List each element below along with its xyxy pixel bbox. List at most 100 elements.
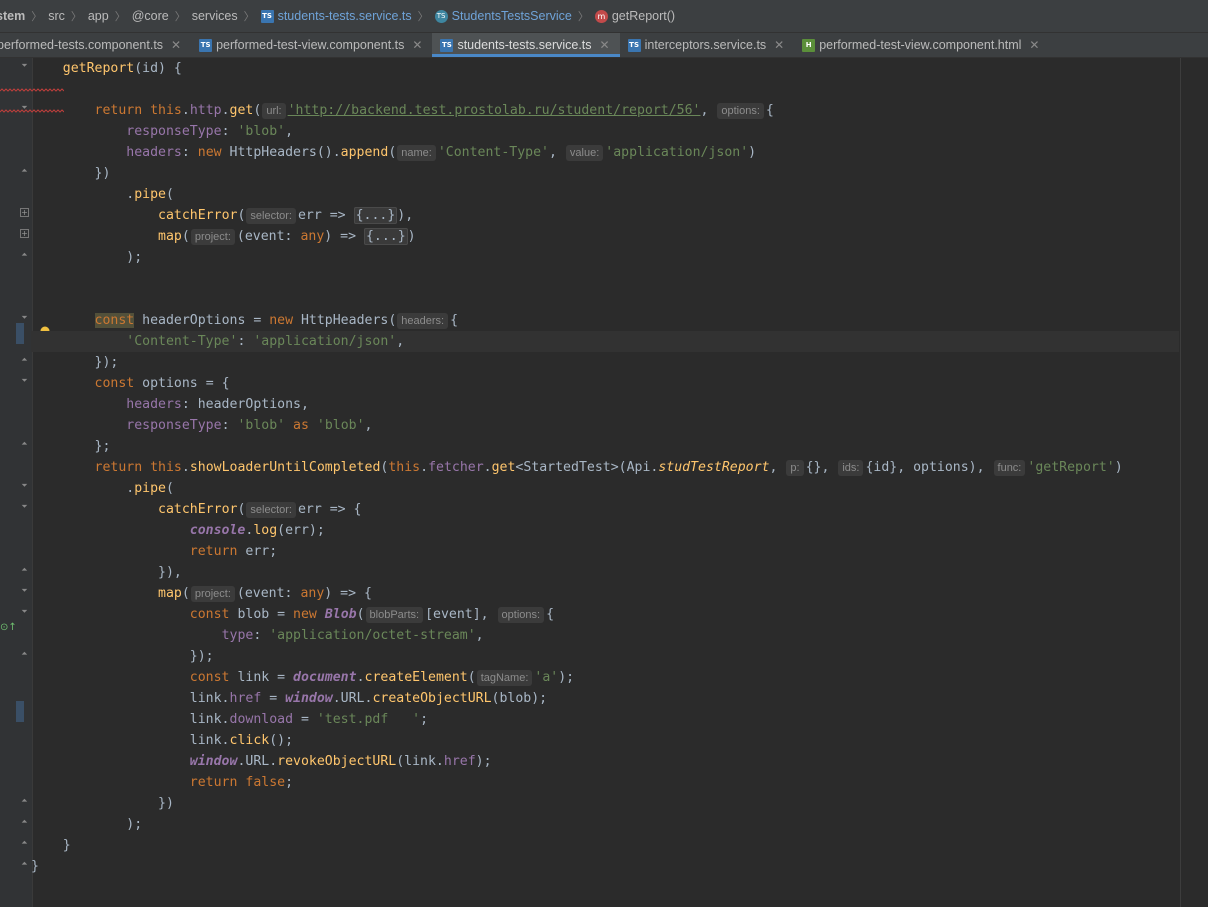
breadcrumb-method[interactable]: m getReport() — [591, 9, 679, 23]
fold-arrow-icon[interactable]: ⏷ — [20, 586, 29, 595]
tab-performed-tests-component[interactable]: performed-tests.component.ts ✕ — [0, 33, 191, 57]
code-line: return this.showLoaderUntilCompleted(thi… — [94, 460, 1123, 476]
editor-tabs: performed-tests.component.ts ✕ TS perfor… — [0, 33, 1208, 58]
code-line: return false; — [189, 775, 294, 790]
code-line: map(project: (event: any) => { — [158, 586, 372, 602]
code-line: }) — [31, 166, 111, 181]
code-line: headers: headerOptions, — [126, 397, 309, 412]
param-hint: blobParts: — [365, 607, 424, 623]
breadcrumb-app[interactable]: app — [84, 9, 113, 23]
code-line: link.click(); — [31, 733, 294, 748]
chevron-right-icon: 〉 — [31, 11, 43, 23]
override-gutter-icon[interactable]: ⊙↑ — [0, 621, 17, 635]
chevron-right-icon: 〉 — [70, 11, 82, 23]
tab-performed-test-view-component[interactable]: TS performed-test-view.component.ts ✕ — [191, 33, 432, 57]
fold-arrow-icon[interactable]: ⏷ — [20, 481, 29, 490]
fold-arrow-icon[interactable]: ⏶ — [20, 355, 29, 364]
tab-label: performed-tests.component.ts — [0, 38, 164, 52]
tab-label: interceptors.service.ts — [644, 38, 767, 52]
ts-file-icon: TS — [199, 38, 213, 52]
code-line: const link = document.createElement(tagN… — [189, 670, 575, 686]
code-line: ); — [31, 250, 143, 265]
ts-file-icon: TS — [627, 38, 641, 52]
breadcrumb-class[interactable]: TS StudentsTestsService — [431, 9, 576, 23]
fold-arrow-icon[interactable]: ⏶ — [20, 250, 29, 259]
chevron-right-icon: 〉 — [174, 11, 186, 23]
param-hint: url: — [262, 103, 286, 119]
ts-file-icon: TS — [260, 9, 274, 23]
change-marker[interactable] — [16, 701, 24, 722]
code-line: headers: new HttpHeaders().append(name: '… — [126, 145, 757, 161]
param-hint: value: — [565, 145, 604, 161]
code-line: responseType: 'blob' as 'blob', — [126, 418, 373, 433]
code-line: map(project: (event: any) => {...}) — [158, 228, 416, 245]
fold-arrow-icon[interactable]: ⏶ — [20, 859, 29, 868]
close-icon[interactable]: ✕ — [1029, 38, 1039, 52]
fold-arrow-icon[interactable]: ⏷ — [20, 61, 29, 70]
fold-arrow-icon[interactable]: ⏷ — [20, 502, 29, 511]
method-icon: m — [594, 9, 608, 23]
code-content[interactable]: getReport(id) { return this.http.get(url… — [31, 58, 1179, 877]
fold-expand-icon[interactable]: + — [20, 229, 29, 238]
tab-label: performed-test-view.component.ts — [216, 38, 405, 52]
param-hint: ids: — [838, 460, 864, 476]
param-hint: selector: — [246, 208, 296, 224]
tab-interceptors-service[interactable]: TS interceptors.service.ts ✕ — [620, 33, 795, 57]
fold-arrow-icon[interactable]: ⏷ — [20, 607, 29, 616]
code-line: }; — [31, 439, 111, 454]
tab-label: students-tests.service.ts — [457, 38, 592, 52]
code-line: catchError(selector: err => {...}), — [158, 207, 414, 224]
breadcrumb-file[interactable]: TS students-tests.service.ts — [257, 9, 416, 23]
fold-arrow-icon[interactable]: ⏶ — [20, 166, 29, 175]
close-icon[interactable]: ✕ — [412, 38, 422, 52]
breadcrumb-src[interactable]: src — [44, 9, 69, 23]
code-line: type: 'application/octet-stream', — [221, 628, 484, 643]
method-name: getReport — [62, 61, 135, 76]
code-line: ); — [31, 817, 143, 832]
param-hint: options: — [497, 607, 545, 623]
param-hint: func: — [993, 460, 1026, 476]
breadcrumb-class-label: StudentsTestsService — [451, 9, 572, 23]
breadcrumb-root[interactable]: stem — [0, 9, 29, 23]
close-icon[interactable]: ✕ — [171, 38, 181, 52]
breadcrumb-services[interactable]: services — [188, 9, 242, 23]
change-marker[interactable] — [16, 323, 24, 344]
code-line-current: 'Content-Type': 'application/json', — [31, 331, 1179, 352]
close-icon[interactable]: ✕ — [774, 38, 784, 52]
code-line: catchError(selector: err => { — [158, 502, 362, 518]
param-hint: selector: — [246, 502, 296, 518]
param-hint: project: — [190, 586, 235, 602]
fold-arrow-icon[interactable]: ⏶ — [20, 796, 29, 805]
fold-arrow-icon[interactable]: ⏷ — [20, 313, 29, 322]
code-line: const blob = new Blob(blobParts: [event],… — [189, 607, 555, 623]
folded-block[interactable]: {...} — [363, 228, 408, 245]
code-line: link.download = 'test.pdf '; — [31, 712, 429, 727]
tab-performed-test-view-html[interactable]: H performed-test-view.component.html ✕ — [794, 33, 1049, 57]
html-file-icon: H — [802, 38, 816, 52]
fold-arrow-icon[interactable]: ⏷ — [20, 376, 29, 385]
tab-label: performed-test-view.component.html — [819, 38, 1022, 52]
tab-students-tests-service[interactable]: TS students-tests.service.ts ✕ — [432, 33, 620, 57]
fold-arrow-icon[interactable]: ⏶ — [20, 838, 29, 847]
code-line: }); — [31, 649, 214, 664]
fold-arrow-icon[interactable]: ⏶ — [20, 439, 29, 448]
url-string[interactable]: 'http://backend.test.prostolab.ru/studen… — [288, 103, 701, 118]
breadcrumb-core[interactable]: @core — [128, 9, 173, 23]
fold-arrow-icon[interactable]: ⏶ — [20, 649, 29, 658]
fold-arrow-icon[interactable]: ⏶ — [20, 565, 29, 574]
param-hint: options: — [717, 103, 764, 119]
code-line: console.log(err); — [189, 523, 325, 538]
close-icon[interactable]: ✕ — [600, 38, 610, 52]
code-line: }); — [31, 355, 119, 370]
code-line: } — [31, 838, 71, 853]
breadcrumb-file-label: students-tests.service.ts — [277, 9, 412, 23]
code-editor[interactable]: ⏷ ⏷ ⏶ + + ⏶ ⏷ ⏶ ⏷ ⏶ ⏷ ⏷ ⏶ ⏷ ⏷ ⏶ ⏶ ⏶ ⏶ ⏶ … — [0, 58, 1208, 907]
fold-expand-icon[interactable]: + — [20, 208, 29, 217]
folded-block[interactable]: {...} — [353, 207, 398, 224]
chevron-right-icon: 〉 — [243, 11, 255, 23]
breadcrumb: stem 〉 src 〉 app 〉 @core 〉 services 〉 TS… — [0, 0, 1208, 33]
fold-arrow-icon[interactable]: ⏶ — [20, 817, 29, 826]
code-line: return this.http.get(url:'http://backend… — [94, 103, 774, 119]
